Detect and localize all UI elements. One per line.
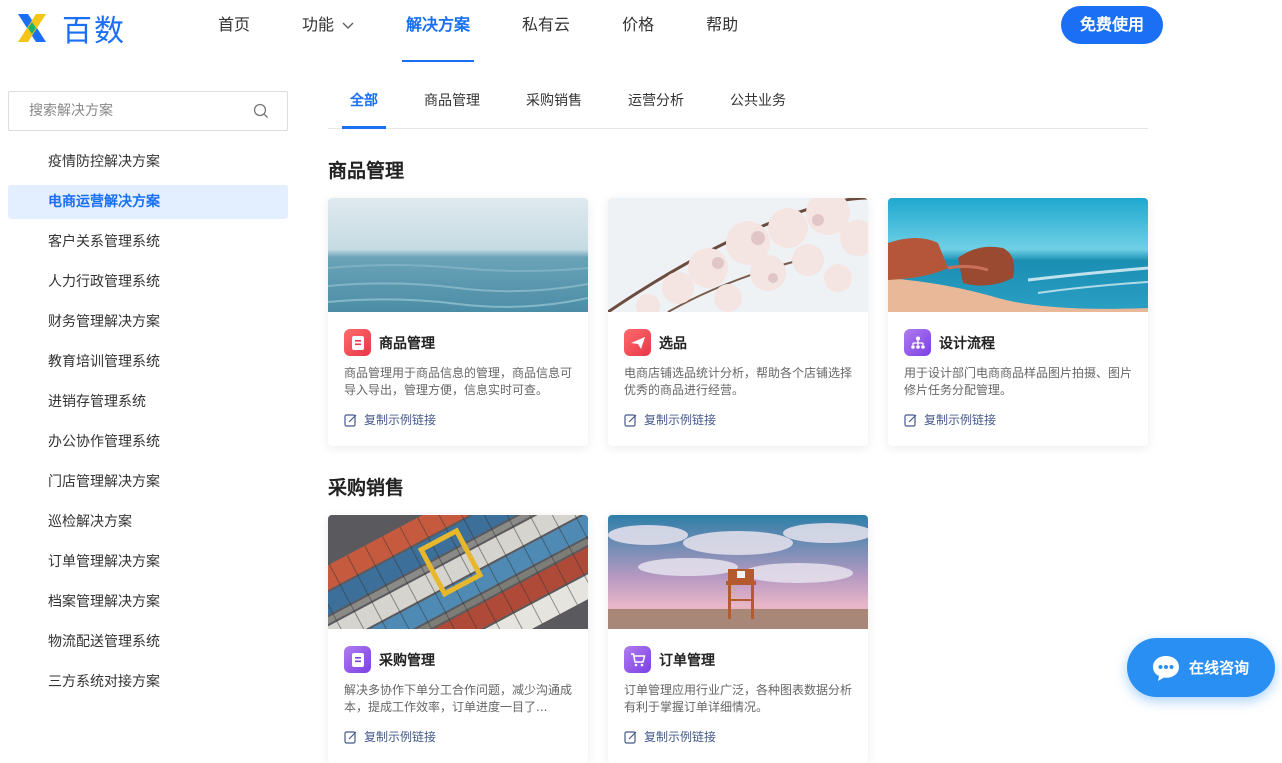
ocean-image xyxy=(328,198,588,312)
chat-label: 在线咨询 xyxy=(1189,659,1250,677)
solution-card[interactable]: 设计流程 用于设计部门电商商品样品图片拍摄、图片修片任务分配管理。 复制示例链接 xyxy=(888,198,1148,446)
edit-link-icon xyxy=(344,730,357,744)
card-description: 用于设计部门电商商品样品图片拍摄、图片修片任务分配管理。 xyxy=(904,366,1133,397)
sidebar-item-active[interactable]: 电商运营解决方案 xyxy=(8,185,288,219)
copy-link-button[interactable]: 复制示例链接 xyxy=(904,411,996,428)
beach-rock-image xyxy=(888,198,1148,312)
solution-search xyxy=(8,91,288,131)
section-title: 采购销售 xyxy=(328,477,405,499)
sidebar-item[interactable]: 人力行政管理系统 xyxy=(8,265,288,299)
sidebar-item[interactable]: 疫情防控解决方案 xyxy=(8,145,288,179)
sidebar-item[interactable]: 教育培训管理系统 xyxy=(8,345,288,379)
container-port-image xyxy=(328,515,588,727)
copy-link-label: 复制示例链接 xyxy=(924,413,997,427)
copy-link-button[interactable]: 复制示例链接 xyxy=(344,728,436,745)
copy-link-label: 复制示例链接 xyxy=(364,730,437,744)
chat-bubble-icon xyxy=(1153,655,1179,681)
tab-all[interactable]: 全部 xyxy=(342,80,386,129)
card-title: 采购管理 xyxy=(379,652,435,669)
blossom-image xyxy=(608,198,868,318)
flowchart-icon xyxy=(904,329,931,356)
sidebar-item[interactable]: 订单管理解决方案 xyxy=(8,545,288,579)
copy-link-label: 复制示例链接 xyxy=(644,413,717,427)
copy-link-label: 复制示例链接 xyxy=(364,413,437,427)
sidebar-item[interactable]: 巡检解决方案 xyxy=(8,505,288,539)
document-icon xyxy=(344,646,371,673)
card-header: 采购管理 xyxy=(344,646,435,673)
solution-card[interactable]: 采购管理 解决多协作下单分工合作问题，减少沟通成本，提成工作效率，订单进度一目了… xyxy=(328,515,588,763)
card-header: 订单管理 xyxy=(624,646,715,673)
nav-item-pricing[interactable]: 价格 xyxy=(622,0,654,62)
card-description: 电商店铺选品统计分析，帮助各个店铺选择优秀的商品进行经营。 xyxy=(624,366,853,397)
sidebar-item[interactable]: 门店管理解决方案 xyxy=(8,465,288,499)
card-header: 商品管理 xyxy=(344,329,435,356)
card-title: 订单管理 xyxy=(659,652,715,669)
search-input[interactable] xyxy=(9,92,239,130)
section-title: 商品管理 xyxy=(328,160,405,182)
main-nav: 首页 功能 解决方案 私有云 价格 帮助 xyxy=(218,0,790,62)
nav-item-features[interactable]: 功能 xyxy=(302,0,354,62)
online-consult-button[interactable]: 在线咨询 xyxy=(1127,638,1275,697)
solution-card[interactable]: 选品 电商店铺选品统计分析，帮助各个店铺选择优秀的商品进行经营。 复制示例链接 xyxy=(608,198,868,446)
card-header: 设计流程 xyxy=(904,329,995,356)
copy-link-label: 复制示例链接 xyxy=(644,730,717,744)
sidebar-item[interactable]: 办公协作管理系统 xyxy=(8,425,288,459)
tab-public-business[interactable]: 公共业务 xyxy=(730,80,786,128)
solution-card[interactable]: 商品管理 商品管理用于商品信息的管理，商品信息可导入导出，管理方便，信息实时可查… xyxy=(328,198,588,446)
send-icon xyxy=(624,329,651,356)
edit-link-icon xyxy=(904,413,917,427)
card-description: 解决多协作下单分工合作问题，减少沟通成本，提成工作效率，订单进度一目了... xyxy=(344,683,573,714)
chevron-down-icon xyxy=(342,21,354,29)
edit-link-icon xyxy=(624,730,637,744)
card-description: 订单管理应用行业广泛，各种图表数据分析有利于掌握订单详细情况。 xyxy=(624,683,853,714)
sidebar-item[interactable]: 进销存管理系统 xyxy=(8,385,288,419)
card-header: 选品 xyxy=(624,329,687,356)
lifeguard-tower-image xyxy=(608,515,868,629)
tab-operation-analysis[interactable]: 运营分析 xyxy=(628,80,684,128)
nav-item-private-cloud[interactable]: 私有云 xyxy=(522,0,570,62)
tab-purchase-sales[interactable]: 采购销售 xyxy=(526,80,582,128)
card-title: 设计流程 xyxy=(939,335,995,352)
sidebar-item[interactable]: 档案管理解决方案 xyxy=(8,585,288,619)
edit-link-icon xyxy=(344,413,357,427)
cart-icon xyxy=(624,646,651,673)
copy-link-button[interactable]: 复制示例链接 xyxy=(344,411,436,428)
logo-mark-icon xyxy=(18,14,46,42)
brand-logo[interactable]: 百数 xyxy=(14,6,126,50)
sidebar-item[interactable]: 财务管理解决方案 xyxy=(8,305,288,339)
nav-item-solutions[interactable]: 解决方案 xyxy=(402,0,475,62)
nav-item-help[interactable]: 帮助 xyxy=(706,0,738,62)
nav-item-features-label: 功能 xyxy=(302,15,335,34)
tab-product-management[interactable]: 商品管理 xyxy=(424,80,480,128)
brand-name: 百数 xyxy=(62,14,126,49)
search-icon[interactable] xyxy=(253,103,269,119)
category-tabs: 全部 商品管理 采购销售 运营分析 公共业务 xyxy=(328,80,1148,129)
sidebar-item[interactable]: 三方系统对接方案 xyxy=(8,665,288,699)
solution-card[interactable]: 订单管理 订单管理应用行业广泛，各种图表数据分析有利于掌握订单详细情况。 复制示… xyxy=(608,515,868,763)
document-icon xyxy=(344,329,371,356)
top-header: 百数 首页 功能 解决方案 私有云 价格 帮助 免费使用 xyxy=(0,0,1282,62)
sidebar-item[interactable]: 客户关系管理系统 xyxy=(8,225,288,259)
card-title: 商品管理 xyxy=(379,335,435,352)
nav-item-home[interactable]: 首页 xyxy=(218,0,250,62)
sidebar-list: 疫情防控解决方案 电商运营解决方案 客户关系管理系统 人力行政管理系统 财务管理… xyxy=(8,145,288,705)
card-title: 选品 xyxy=(659,335,687,352)
edit-link-icon xyxy=(624,413,637,427)
card-description: 商品管理用于商品信息的管理，商品信息可导入导出，管理方便，信息实时可查。 xyxy=(344,366,573,397)
sidebar-item[interactable]: 物流配送管理系统 xyxy=(8,625,288,659)
copy-link-button[interactable]: 复制示例链接 xyxy=(624,728,716,745)
free-use-button[interactable]: 免费使用 xyxy=(1061,6,1163,44)
copy-link-button[interactable]: 复制示例链接 xyxy=(624,411,716,428)
